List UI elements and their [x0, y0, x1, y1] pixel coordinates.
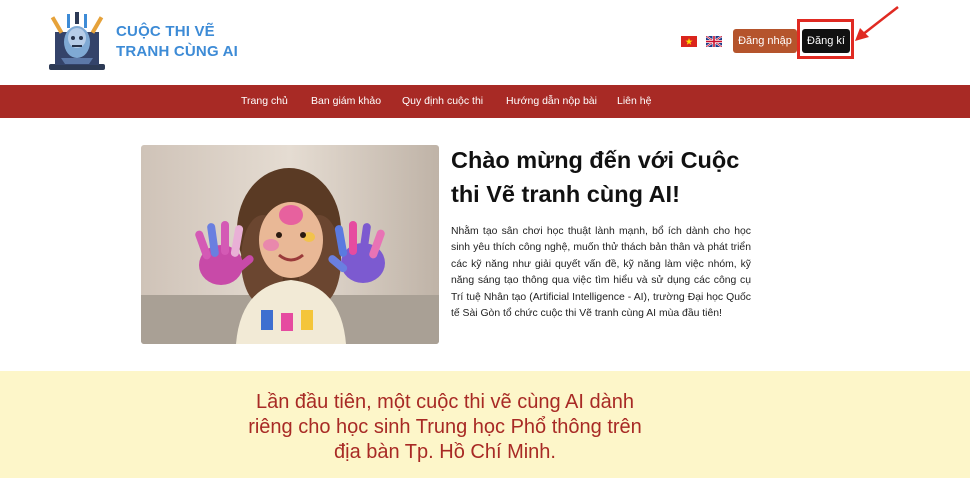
nav-item-judges[interactable]: Ban giám khảo — [311, 85, 381, 118]
annotation-highlight-box — [797, 19, 854, 59]
hero-title: Chào mừng đến với Cuộc thi Vẽ tranh cùng… — [451, 147, 740, 207]
logo-line-1: CUỘC THI VẼ — [116, 23, 215, 40]
main-nav: Trang chủ Ban giám khảo Quy định cuộc th… — [0, 85, 970, 118]
vietnam-flag-icon[interactable] — [681, 36, 697, 47]
hero-description: Nhằm tạo sân chơi học thuật lành mạnh, b… — [451, 226, 751, 320]
banner-text: Lần đầu tiên, một cuộc thi vẽ cùng AI dà… — [0, 390, 890, 465]
nav-item-home[interactable]: Trang chủ — [241, 85, 288, 118]
red-arrow-icon — [855, 6, 899, 41]
logo-text[interactable]: CUỘC THI VẼ TRANH CÙNG AI — [116, 22, 238, 62]
robot-artist-logo[interactable] — [45, 12, 109, 74]
nav-item-submission-guide[interactable]: Hướng dẫn nộp bài — [506, 85, 597, 118]
logo-line-2: TRANH CÙNG AI — [116, 43, 239, 60]
hero-image-child-painted-hands — [141, 145, 439, 344]
banner-text-content: Lần đầu tiên, một cuộc thi vẽ cùng AI dà… — [248, 391, 642, 463]
login-button[interactable]: Đăng nhập — [733, 29, 797, 53]
announcement-banner: Lần đầu tiên, một cuộc thi vẽ cùng AI dà… — [0, 371, 970, 478]
nav-item-contact[interactable]: Liên hệ — [617, 85, 651, 118]
uk-flag-icon[interactable] — [706, 36, 722, 47]
site-header: CUỘC THI VẼ TRANH CÙNG AI Đăng nhập Đăng… — [0, 0, 970, 85]
nav-item-rules[interactable]: Quy định cuộc thi — [402, 85, 483, 118]
